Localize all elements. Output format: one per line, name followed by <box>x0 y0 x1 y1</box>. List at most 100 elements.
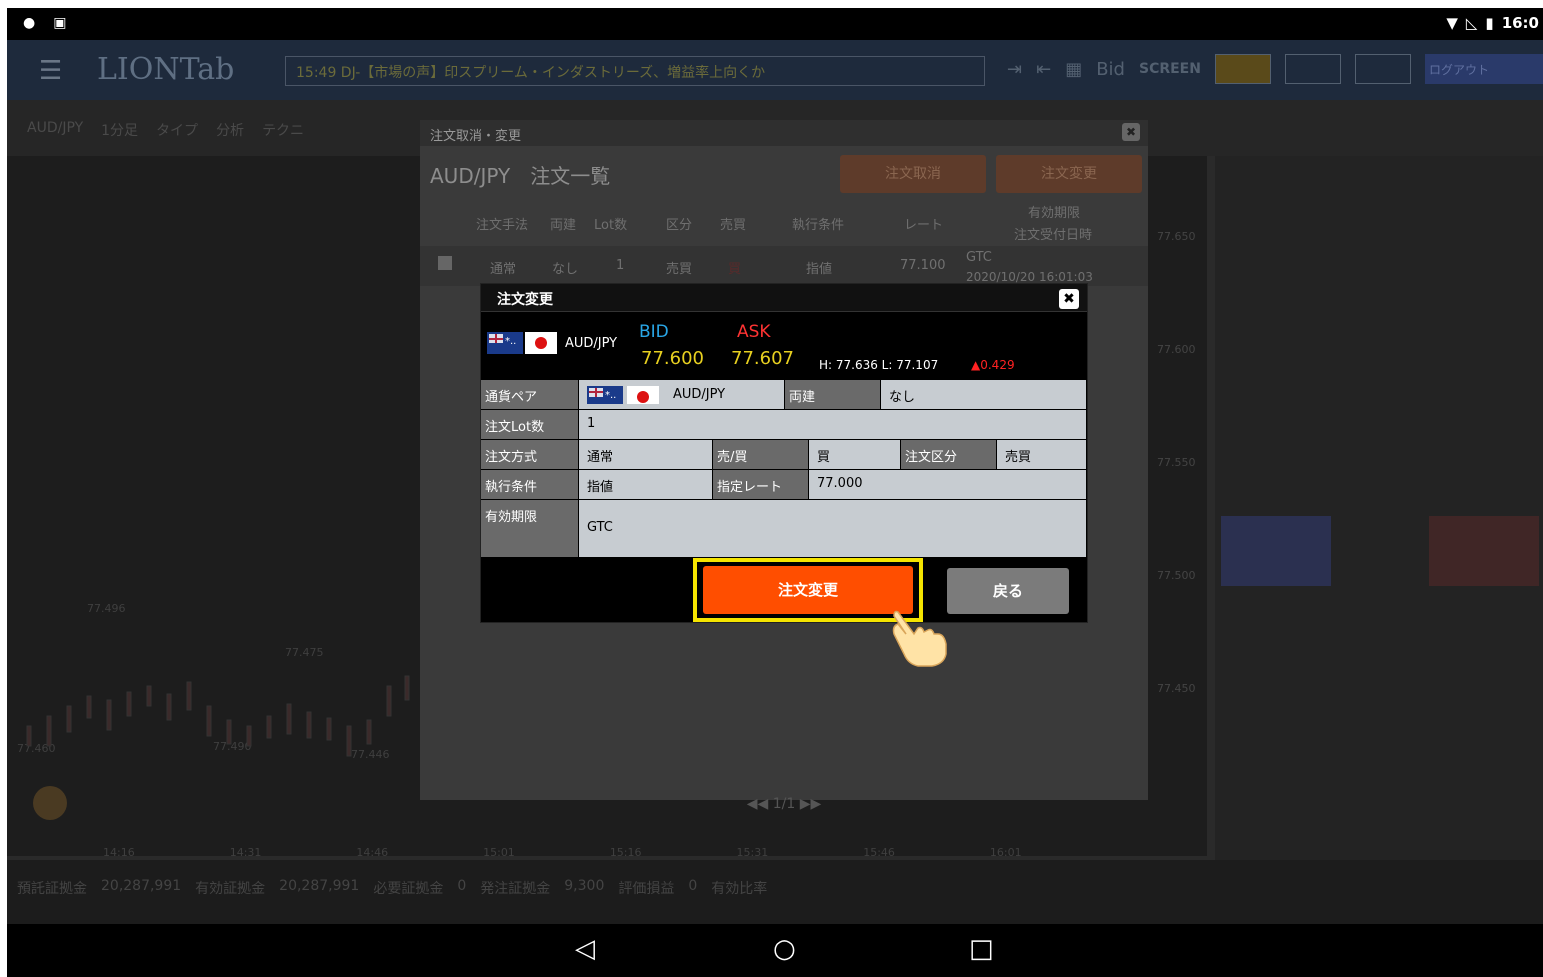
confirm-change-button[interactable]: 注文変更 <box>703 566 913 614</box>
buy-order-button[interactable] <box>1429 516 1539 586</box>
price-axis-label: 77.650 <box>1157 230 1196 243</box>
layout-button-2[interactable] <box>1284 54 1341 84</box>
layout-button-1[interactable] <box>1214 54 1271 84</box>
close-icon[interactable]: ✖ <box>1059 289 1079 309</box>
footer-item: 20,287,991 <box>279 878 360 894</box>
column-header: 売買 <box>720 218 747 233</box>
sell-order-button[interactable] <box>1221 516 1331 586</box>
app-header: ☰ LIONTab 15:49 DJ-【市場の声】印スプリーム・インダストリーズ… <box>7 40 1543 100</box>
menu-icon[interactable]: ☰ <box>39 56 62 86</box>
battery-icon: ▮ <box>1485 14 1494 32</box>
field-label: 注文Lot数 <box>481 410 579 439</box>
row-method: 通常 <box>490 262 517 277</box>
dialog-title: 注文変更 <box>497 292 553 308</box>
detail-row: 執行条件 指値 指定レート 77.000 <box>481 470 1087 500</box>
footer-item: 0 <box>688 878 698 894</box>
ask-label: ASK <box>737 322 771 342</box>
order-in-icon[interactable]: ⇥ <box>1007 59 1022 80</box>
chart-analysis[interactable]: 分析 <box>216 120 244 140</box>
column-header: 注文受付日時 <box>1014 228 1093 243</box>
close-icon[interactable]: ✖ <box>1122 123 1140 141</box>
column-header: レート <box>904 218 944 233</box>
order-detail-grid: 通貨ペア AUD/JPY 両建 なし 注文Lot数 1 注文方式 通常 売/買 … <box>481 380 1087 558</box>
australia-flag-icon <box>587 385 623 404</box>
price-axis: 77.650 77.600 77.550 77.500 77.450 <box>1157 230 1196 695</box>
time-label: 15:46 <box>863 846 895 859</box>
news-ticker[interactable]: 15:49 DJ-【市場の声】印スプリーム・インダストリーズ、増益率上向くか <box>285 56 985 86</box>
row-lots: 1 <box>616 258 625 273</box>
chart-pair-select[interactable]: AUD/JPY <box>27 120 83 140</box>
field-value: AUD/JPY <box>673 387 726 402</box>
footer-item: 20,287,991 <box>101 878 182 894</box>
table-row[interactable]: 通常 なし 1 売買 買 指値 77.100 GTC 2020/10/20 16… <box>420 246 1148 286</box>
row-side: 買 <box>728 262 742 277</box>
cancel-order-button[interactable]: 注文取消 <box>840 155 986 193</box>
wifi-icon: ▼ <box>1446 14 1458 32</box>
app-logo: LIONTab <box>97 52 235 87</box>
dialog-actions: 注文変更 戻る <box>481 558 1087 622</box>
row-checkbox[interactable] <box>438 256 452 270</box>
field-label: 両建 <box>785 380 881 409</box>
price-change: ▲0.429 <box>971 358 1015 372</box>
row-both: なし <box>552 262 579 277</box>
price-axis-label: 77.450 <box>1157 682 1196 695</box>
time-label: 15:16 <box>609 846 642 859</box>
price-axis-label: 77.500 <box>1157 569 1196 582</box>
field-value: 通常 <box>579 440 713 469</box>
row-received: 2020/10/20 16:01:03 <box>966 270 1093 284</box>
clock: 16:0 <box>1501 14 1539 32</box>
signal-icon: ◺ <box>1465 14 1478 32</box>
pager: ◀◀ 1/1 ▶▶ <box>420 796 1148 830</box>
next-page-icon[interactable]: ▶▶ <box>800 796 822 812</box>
bid-toggle[interactable]: Bid <box>1096 59 1125 80</box>
change-order-button[interactable]: 注文変更 <box>996 155 1142 193</box>
order-list-title: AUD/JPY 注文一覧 <box>430 164 611 188</box>
detail-row: 有効期限 GTC <box>481 500 1087 558</box>
chart-timeframe[interactable]: 1分足 <box>101 120 138 140</box>
field-label: 指定レート <box>713 470 809 499</box>
quote-panel: AUD/JPY BID ASK 77.600 77.607 H: 77.636 … <box>481 312 1087 380</box>
logout-button[interactable]: ログアウト <box>1424 54 1543 84</box>
chart-round-button[interactable] <box>33 786 67 820</box>
recents-icon[interactable]: □ <box>969 934 994 964</box>
price-axis-label: 77.600 <box>1157 343 1196 356</box>
prev-page-icon[interactable]: ◀◀ <box>747 796 769 812</box>
field-value: 1 <box>579 410 1087 439</box>
field-value: なし <box>881 380 1087 409</box>
layout-button-3[interactable] <box>1354 54 1411 84</box>
dialog-header: 注文変更 ✖ <box>481 284 1087 312</box>
pair-flags <box>487 332 557 354</box>
row-category: 売買 <box>666 262 693 277</box>
field-label: 売/買 <box>713 440 809 469</box>
chart-type[interactable]: タイプ <box>156 120 198 140</box>
detail-row: 通貨ペア AUD/JPY 両建 なし <box>481 380 1087 410</box>
time-axis: 14:16 14:31 14:46 15:01 15:16 15:31 15:4… <box>103 846 1022 859</box>
order-list-header: 注文手法 両建 Lot数 区分 売買 執行条件 レート 有効期限 注文受付日時 <box>420 202 1148 246</box>
time-label: 14:31 <box>229 846 262 859</box>
ask-price: 77.607 <box>731 348 794 369</box>
field-value: 買 <box>809 440 901 469</box>
back-icon[interactable]: ◁ <box>575 934 595 964</box>
time-label: 14:46 <box>356 846 389 859</box>
footer-item: 発注証拠金 <box>480 881 551 897</box>
image-notification-icon: ▣ <box>53 15 67 31</box>
order-out-icon[interactable]: ⇤ <box>1036 59 1051 80</box>
japan-flag-icon <box>627 385 659 404</box>
footer-item: 有効証拠金 <box>195 881 266 897</box>
footer-item: 0 <box>457 878 467 894</box>
column-header: 有効期限 <box>1028 206 1081 221</box>
chart-price-label: 77.496 <box>87 602 126 615</box>
order-list-modal-header: 注文取消・変更 ✖ <box>420 120 1148 146</box>
time-label: 14:16 <box>103 846 135 859</box>
home-icon[interactable]: ○ <box>773 934 796 964</box>
field-value: GTC <box>579 500 1087 557</box>
notification-icon: ● <box>23 15 36 31</box>
row-expiry: GTC <box>966 250 992 265</box>
back-button[interactable]: 戻る <box>947 568 1069 614</box>
chart-technical[interactable]: テクニ <box>262 120 304 140</box>
order-side-panel <box>1215 156 1543 906</box>
bid-price: 77.600 <box>641 348 704 369</box>
screen-select[interactable]: SCREEN <box>1139 61 1201 77</box>
column-header: 注文手法 <box>476 218 529 233</box>
chart-icon[interactable]: ▦ <box>1065 59 1082 80</box>
